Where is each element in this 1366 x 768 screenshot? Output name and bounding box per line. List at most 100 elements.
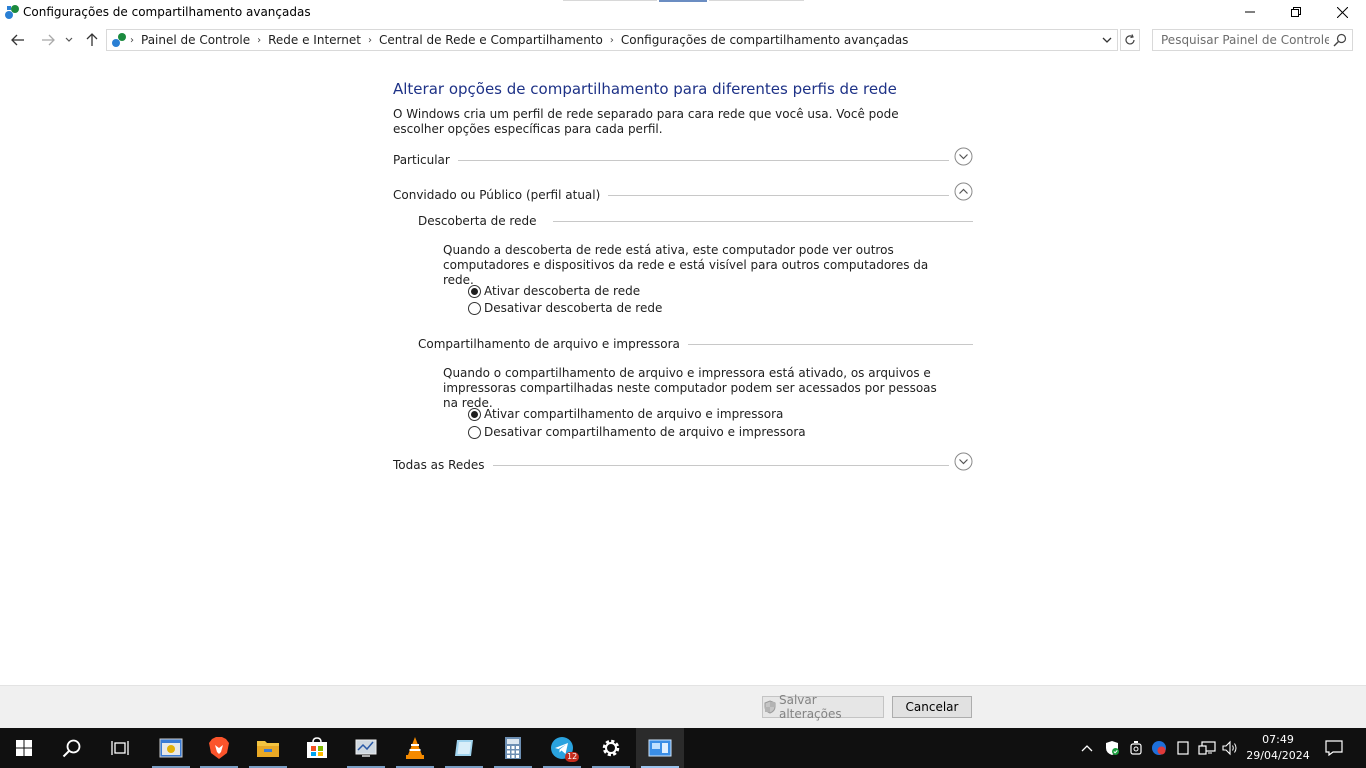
profile-section-particular[interactable]: Particular bbox=[393, 147, 973, 175]
close-icon bbox=[1336, 6, 1348, 18]
taskbar-app-monitor[interactable] bbox=[342, 728, 390, 768]
divider bbox=[553, 221, 973, 222]
radio-network-discovery-on[interactable]: Ativar descoberta de rede bbox=[468, 283, 640, 299]
chevron-down-circle-icon[interactable] bbox=[954, 452, 973, 471]
tray-antivirus[interactable] bbox=[1149, 728, 1169, 768]
breadcrumb-item-configuracoes[interactable]: Configurações de compartilhamento avança… bbox=[617, 33, 913, 47]
refresh-button[interactable] bbox=[1120, 29, 1140, 51]
clock-time: 07:49 bbox=[1262, 733, 1294, 746]
minimize-button[interactable] bbox=[1227, 0, 1273, 24]
radio-file-sharing-off[interactable]: Desativar compartilhamento de arquivo e … bbox=[468, 424, 806, 440]
breadcrumb-separator-icon[interactable]: › bbox=[254, 35, 264, 46]
radio-selected-icon[interactable] bbox=[468, 407, 481, 421]
title-decoration bbox=[709, 0, 804, 1]
breadcrumb-separator-icon: › bbox=[130, 34, 134, 46]
taskbar-app-settings[interactable] bbox=[587, 728, 635, 768]
breadcrumb-item-central-de-rede[interactable]: Central de Rede e Compartilhamento bbox=[375, 33, 607, 47]
tablet-icon bbox=[1177, 741, 1189, 755]
volume-icon bbox=[1222, 740, 1237, 756]
taskbar-search-button[interactable] bbox=[48, 728, 96, 768]
taskbar-clock[interactable]: 07:49 29/04/2024 bbox=[1240, 732, 1316, 764]
breadcrumb: › Painel de Controle › Rede e Internet ›… bbox=[111, 30, 912, 50]
action-bar: Salvar alterações Cancelar bbox=[0, 685, 1366, 728]
windows-security-icon bbox=[1106, 741, 1119, 755]
chevron-up-circle-icon[interactable] bbox=[954, 182, 973, 201]
settings-icon bbox=[602, 739, 620, 757]
profile-section-convidado-publico[interactable]: Convidado ou Público (perfil atual) bbox=[393, 182, 973, 210]
breadcrumb-item-rede-e-internet[interactable]: Rede e Internet bbox=[264, 33, 365, 47]
restore-button[interactable] bbox=[1273, 0, 1319, 24]
windows-logo-icon bbox=[16, 740, 32, 756]
taskbar-app-telegram[interactable]: 12 bbox=[538, 728, 586, 768]
task-view-icon bbox=[111, 741, 129, 755]
section-title: Descoberta de rede bbox=[418, 214, 545, 228]
radio-unselected-icon[interactable] bbox=[468, 425, 481, 439]
file-sharing-section: Compartilhamento de arquivo e impressora bbox=[418, 337, 973, 353]
breadcrumb-separator-icon[interactable]: › bbox=[607, 35, 617, 46]
taskbar-app-store[interactable] bbox=[293, 728, 341, 768]
notepad-app-icon bbox=[455, 740, 473, 756]
save-button-label: Salvar alterações bbox=[778, 693, 842, 721]
radio-label[interactable]: Ativar compartilhamento de arquivo e imp… bbox=[484, 407, 783, 421]
divider bbox=[475, 465, 949, 466]
restore-icon bbox=[1291, 7, 1301, 17]
brave-browser-icon bbox=[209, 737, 229, 759]
task-view-button[interactable] bbox=[96, 728, 144, 768]
notification-center-button[interactable] bbox=[1318, 728, 1350, 768]
radio-unselected-icon[interactable] bbox=[468, 301, 481, 315]
chevron-down-circle-icon[interactable] bbox=[954, 147, 973, 166]
notification-icon bbox=[1325, 740, 1343, 756]
taskbar-app-control-panel[interactable] bbox=[636, 728, 684, 768]
address-dropdown-button[interactable] bbox=[1099, 32, 1115, 48]
save-changes-button[interactable]: Salvar alterações bbox=[762, 693, 884, 721]
radio-file-sharing-on[interactable]: Ativar compartilhamento de arquivo e imp… bbox=[468, 406, 783, 422]
network-discovery-section: Descoberta de rede bbox=[418, 214, 973, 230]
tray-security[interactable] bbox=[1102, 728, 1122, 768]
taskbar-app-notepad[interactable] bbox=[440, 728, 488, 768]
network-icon bbox=[5, 5, 19, 19]
search-input[interactable] bbox=[1153, 30, 1329, 50]
profile-section-todas-as-redes[interactable]: Todas as Redes bbox=[393, 452, 973, 480]
radio-label[interactable]: Desativar descoberta de rede bbox=[484, 301, 662, 315]
taskbar-app-calculator[interactable] bbox=[489, 728, 537, 768]
section-title: Compartilhamento de arquivo e impressora bbox=[418, 337, 688, 351]
divider bbox=[583, 195, 949, 196]
monitor-app-icon bbox=[355, 739, 377, 757]
title-bar: Configurações de compartilhamento avança… bbox=[0, 0, 1366, 24]
up-button[interactable] bbox=[82, 30, 102, 50]
file-explorer-icon bbox=[257, 741, 279, 757]
radio-label[interactable]: Desativar compartilhamento de arquivo e … bbox=[484, 425, 806, 439]
tray-network[interactable] bbox=[1197, 728, 1217, 768]
back-button[interactable] bbox=[8, 30, 28, 50]
search-icon bbox=[62, 739, 81, 758]
taskbar-app-file-explorer[interactable] bbox=[244, 728, 292, 768]
uac-shield-icon bbox=[764, 700, 776, 714]
recent-locations-button[interactable] bbox=[62, 30, 76, 50]
tray-meet-now[interactable] bbox=[1126, 728, 1146, 768]
calculator-icon bbox=[505, 737, 521, 759]
start-button[interactable] bbox=[0, 728, 48, 768]
close-button[interactable] bbox=[1319, 0, 1365, 24]
search-icon[interactable] bbox=[1332, 32, 1348, 48]
tray-overflow-button[interactable] bbox=[1078, 728, 1096, 768]
radio-label[interactable]: Ativar descoberta de rede bbox=[484, 284, 640, 298]
chevron-up-icon bbox=[1081, 745, 1093, 752]
control-panel-icon bbox=[648, 739, 672, 757]
forward-button[interactable] bbox=[38, 30, 58, 50]
cancel-button[interactable]: Cancelar bbox=[892, 696, 972, 718]
breadcrumb-item-painel-de-controle[interactable]: Painel de Controle bbox=[137, 33, 254, 47]
navigation-bar: › Painel de Controle › Rede e Internet ›… bbox=[0, 27, 1366, 53]
network-icon bbox=[112, 33, 126, 47]
radio-network-discovery-off[interactable]: Desativar descoberta de rede bbox=[468, 300, 662, 316]
taskbar-app-brave[interactable] bbox=[195, 728, 243, 768]
tray-volume[interactable] bbox=[1220, 728, 1240, 768]
taskbar: 12 07:49 29/04/2024 bbox=[0, 728, 1366, 768]
divider bbox=[447, 160, 949, 161]
search-box[interactable] bbox=[1152, 29, 1353, 51]
taskbar-app-file-manager[interactable] bbox=[147, 728, 195, 768]
address-bar[interactable]: › Painel de Controle › Rede e Internet ›… bbox=[106, 29, 1118, 51]
radio-selected-icon[interactable] bbox=[468, 284, 481, 298]
tray-tablet[interactable] bbox=[1173, 728, 1193, 768]
breadcrumb-separator-icon[interactable]: › bbox=[365, 35, 375, 46]
taskbar-app-vlc[interactable] bbox=[391, 728, 439, 768]
